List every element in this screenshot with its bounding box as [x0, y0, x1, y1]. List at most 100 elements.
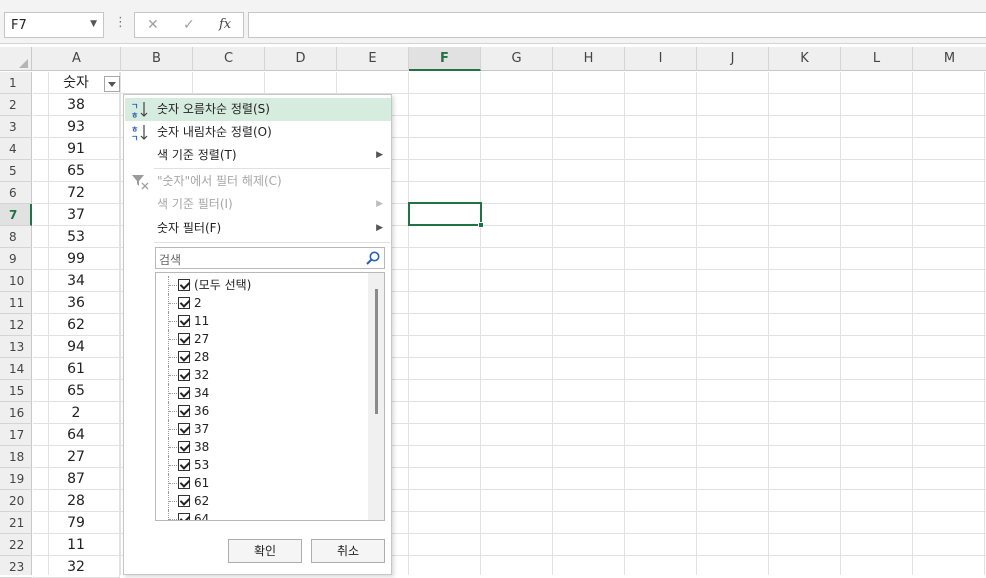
cell-a20[interactable]: 28: [33, 490, 120, 512]
cell-a7[interactable]: 37: [33, 204, 120, 226]
row-header-5[interactable]: 5: [0, 160, 32, 182]
row-header-7[interactable]: 7: [0, 204, 32, 226]
column-header-m[interactable]: M: [913, 47, 986, 71]
cell-a5[interactable]: 65: [33, 160, 120, 182]
cell-a11[interactable]: 36: [33, 292, 120, 314]
menu-item-sort-descending[interactable]: ㅎㄱ 숫자 내림차순 정렬(O): [125, 121, 391, 144]
column-header-c[interactable]: C: [193, 47, 265, 71]
row-header-15[interactable]: 15: [0, 380, 32, 402]
list-item[interactable]: 11: [156, 312, 366, 330]
column-header-b[interactable]: B: [121, 47, 193, 71]
row-header-9[interactable]: 9: [0, 248, 32, 270]
cell-a9[interactable]: 99: [33, 248, 120, 270]
checkbox-checked-icon[interactable]: [178, 297, 190, 309]
checkbox-checked-icon[interactable]: [178, 495, 190, 507]
checkbox-checked-icon[interactable]: [178, 315, 190, 327]
checkbox-checked-icon[interactable]: [178, 405, 190, 417]
row-header-17[interactable]: 17: [0, 424, 32, 446]
active-cell-selection[interactable]: [408, 202, 484, 228]
column-header-g[interactable]: G: [481, 47, 553, 71]
cell-a19[interactable]: 87: [33, 468, 120, 490]
column-header-d[interactable]: D: [265, 47, 337, 71]
list-item[interactable]: 27: [156, 330, 366, 348]
column-header-a[interactable]: A: [33, 47, 121, 71]
row-header-6[interactable]: 6: [0, 182, 32, 204]
cell-a17[interactable]: 64: [33, 424, 120, 446]
cell-a21[interactable]: 79: [33, 512, 120, 534]
column-header-l[interactable]: L: [841, 47, 913, 71]
row-header-11[interactable]: 11: [0, 292, 32, 314]
checkbox-checked-icon[interactable]: [178, 477, 190, 489]
select-all-corner[interactable]: [0, 47, 32, 71]
cell-a6[interactable]: 72: [33, 182, 120, 204]
menu-item-sort-by-color[interactable]: 색 기준 정렬(T) ▶: [125, 144, 391, 167]
row-header-2[interactable]: 2: [0, 94, 32, 116]
list-item[interactable]: 53: [156, 456, 366, 474]
row-header-3[interactable]: 3: [0, 116, 32, 138]
checkbox-checked-icon[interactable]: [178, 459, 190, 471]
row-header-8[interactable]: 8: [0, 226, 32, 248]
row-header-10[interactable]: 10: [0, 270, 32, 292]
list-item[interactable]: 37: [156, 420, 366, 438]
cell-a14[interactable]: 61: [33, 358, 120, 380]
cell-a18[interactable]: 27: [33, 446, 120, 468]
search-input[interactable]: 검색: [155, 247, 385, 269]
ok-button[interactable]: 확인: [228, 539, 302, 563]
list-item[interactable]: 36: [156, 402, 366, 420]
list-item[interactable]: 34: [156, 384, 366, 402]
cell-a10[interactable]: 34: [33, 270, 120, 292]
row-header-20[interactable]: 20: [0, 490, 32, 512]
checkbox-checked-icon[interactable]: [178, 387, 190, 399]
chevron-down-icon[interactable]: ▼: [90, 19, 97, 29]
list-item[interactable]: 62: [156, 492, 366, 510]
cell-a13[interactable]: 94: [33, 336, 120, 358]
cell-a3[interactable]: 93: [33, 116, 120, 138]
list-item[interactable]: 28: [156, 348, 366, 366]
scrollbar-thumb[interactable]: [375, 289, 378, 414]
row-header-1[interactable]: 1: [0, 72, 32, 94]
row-header-18[interactable]: 18: [0, 446, 32, 468]
checkbox-checked-icon[interactable]: [178, 279, 190, 291]
list-item[interactable]: 38: [156, 438, 366, 456]
autofilter-dropdown-button[interactable]: [104, 76, 120, 92]
list-item[interactable]: 2: [156, 294, 366, 312]
row-header-12[interactable]: 12: [0, 314, 32, 336]
row-header-4[interactable]: 4: [0, 138, 32, 160]
cell-a12[interactable]: 62: [33, 314, 120, 336]
checkbox-checked-icon[interactable]: [178, 441, 190, 453]
checkbox-checked-icon[interactable]: [178, 369, 190, 381]
row-header-14[interactable]: 14: [0, 358, 32, 380]
cell-a4[interactable]: 91: [33, 138, 120, 160]
cell-a2[interactable]: 38: [33, 94, 120, 116]
column-header-j[interactable]: J: [697, 47, 769, 71]
row-header-16[interactable]: 16: [0, 402, 32, 424]
checkbox-checked-icon[interactable]: [178, 333, 190, 345]
cancel-button[interactable]: 취소: [311, 539, 385, 563]
insert-function-icon[interactable]: fx: [219, 17, 231, 32]
column-header-i[interactable]: I: [625, 47, 697, 71]
checkbox-checked-icon[interactable]: [178, 423, 190, 435]
checkbox-checked-icon[interactable]: [178, 351, 190, 363]
menu-item-sort-ascending[interactable]: ㄱㅎ 숫자 오름차순 정렬(S): [125, 98, 391, 121]
list-item[interactable]: 61: [156, 474, 366, 492]
enter-icon[interactable]: ✓: [183, 17, 195, 33]
list-item[interactable]: 64: [156, 510, 366, 520]
cell-a22[interactable]: 11: [33, 534, 120, 556]
more-options-icon[interactable]: ⋮: [114, 15, 127, 30]
cancel-icon[interactable]: ✕: [147, 17, 159, 33]
cell-a8[interactable]: 53: [33, 226, 120, 248]
select-all-item[interactable]: (모두 선택): [156, 276, 366, 294]
row-header-13[interactable]: 13: [0, 336, 32, 358]
column-header-f[interactable]: F: [409, 47, 481, 71]
checkbox-checked-icon[interactable]: [178, 513, 190, 520]
row-header-19[interactable]: 19: [0, 468, 32, 490]
row-header-21[interactable]: 21: [0, 512, 32, 534]
cell-a15[interactable]: 65: [33, 380, 120, 402]
fill-handle[interactable]: [478, 222, 484, 228]
row-header-22[interactable]: 22: [0, 534, 32, 556]
column-header-h[interactable]: H: [553, 47, 625, 71]
formula-input[interactable]: [248, 12, 986, 38]
cell-a16[interactable]: 2: [33, 402, 120, 424]
column-header-e[interactable]: E: [337, 47, 409, 71]
list-scrollbar[interactable]: [368, 273, 384, 520]
